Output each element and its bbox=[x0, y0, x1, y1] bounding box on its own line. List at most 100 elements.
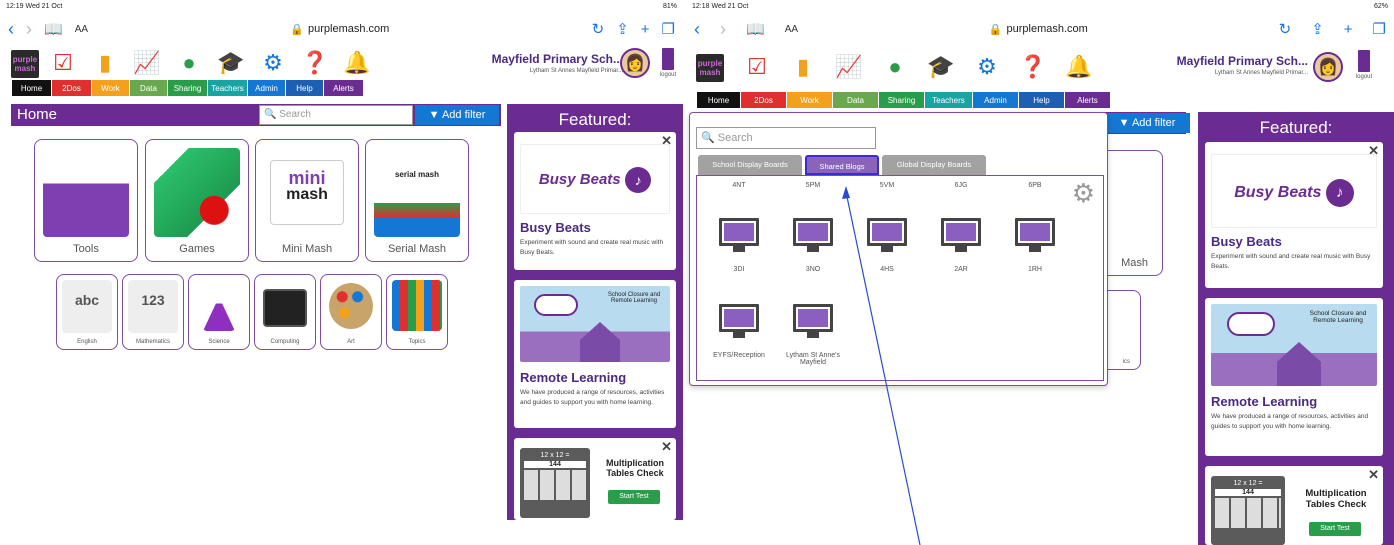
search-input[interactable]: 🔍 Search bbox=[259, 105, 413, 125]
remote-learning-image: School Closure and Remote Learning bbox=[520, 286, 670, 362]
add-filter-button[interactable]: ▼ Add filter bbox=[1104, 113, 1190, 133]
new-tab-icon[interactable]: + bbox=[1344, 21, 1353, 38]
tab-work[interactable]: Work bbox=[786, 92, 832, 108]
close-icon[interactable]: ✕ bbox=[1368, 467, 1379, 483]
featured-busy-beats[interactable]: ✕ Busy Beats ♪ Busy Beats Experiment wit… bbox=[514, 132, 676, 270]
reader-aa-button[interactable]: AA bbox=[785, 24, 798, 35]
folder-icon[interactable]: ▮ bbox=[784, 50, 822, 84]
tab-help[interactable]: Help bbox=[285, 80, 323, 96]
graduation-cap-icon[interactable]: 🎓 bbox=[212, 46, 250, 80]
address-bar[interactable]: 🔒 purplemash.com bbox=[818, 23, 1259, 36]
gear-icon[interactable]: ⚙ bbox=[968, 50, 1006, 84]
settings-gear-icon[interactable]: ⚙ bbox=[1072, 178, 1095, 209]
card-science[interactable]: Science bbox=[188, 274, 250, 350]
avatar[interactable]: 👩 bbox=[620, 48, 650, 78]
globe-icon[interactable]: ● bbox=[170, 46, 208, 80]
card-mathematics[interactable]: 123 Mathematics bbox=[122, 274, 184, 350]
graduation-cap-icon[interactable]: 🎓 bbox=[922, 50, 960, 84]
reload-icon[interactable]: ↻ bbox=[592, 20, 605, 38]
blog-monitor-icon[interactable] bbox=[719, 304, 759, 340]
bell-icon[interactable]: 🔔 bbox=[338, 46, 376, 80]
card-english[interactable]: abc English bbox=[56, 274, 118, 350]
blog-monitor-icon[interactable] bbox=[793, 218, 833, 254]
share-icon[interactable]: ⇪ bbox=[616, 20, 629, 38]
featured-remote-learning[interactable]: School Closure and Remote Learning Remot… bbox=[1205, 298, 1383, 456]
tab-work[interactable]: Work bbox=[91, 80, 129, 96]
blog-monitor-icon[interactable] bbox=[793, 304, 833, 340]
folder-icon[interactable]: ▮ bbox=[86, 46, 124, 80]
browser-toolbar: ‹ › 📖 AA 🔒 purplemash.com ↻ ⇪ + ❐ bbox=[0, 14, 683, 44]
school-name: Mayfield Primary Sch... bbox=[491, 52, 623, 66]
bookmarks-icon[interactable]: 📖 bbox=[746, 20, 765, 38]
sharing-search-input[interactable]: 🔍 Search bbox=[696, 127, 876, 149]
forward-icon[interactable]: › bbox=[720, 20, 726, 38]
school-info: Mayfield Primary Sch... Lytham St Annes … bbox=[492, 52, 623, 74]
tab-help[interactable]: Help bbox=[1018, 92, 1064, 108]
tab-alerts[interactable]: Alerts bbox=[1064, 92, 1110, 108]
purple-mash-logo[interactable]: purple mash bbox=[696, 54, 724, 82]
add-filter-button[interactable]: ▼ Add filter bbox=[415, 105, 499, 125]
gear-icon[interactable]: ⚙ bbox=[254, 46, 292, 80]
tabs-icon[interactable]: ❐ bbox=[1373, 20, 1386, 38]
help-icon[interactable]: ❓ bbox=[296, 46, 334, 80]
bookmarks-icon[interactable]: 📖 bbox=[44, 20, 63, 38]
start-test-button[interactable]: Start Test bbox=[1309, 522, 1361, 536]
logout-button[interactable]: logout bbox=[656, 48, 680, 78]
tabs-icon[interactable]: ❐ bbox=[662, 20, 675, 38]
card-computing[interactable]: Computing bbox=[254, 274, 316, 350]
purple-mash-logo[interactable]: purple mash bbox=[11, 50, 39, 78]
address-bar[interactable]: 🔒 purplemash.com bbox=[100, 23, 580, 36]
card-serial-mash[interactable]: serial mash Serial Mash bbox=[365, 139, 469, 262]
featured-multiplication-check[interactable]: ✕ 12 x 12 = 144 Multiplication Tables Ch… bbox=[514, 438, 676, 520]
keypad bbox=[524, 470, 586, 500]
tab-sharing[interactable]: Sharing bbox=[167, 80, 207, 96]
blog-label: 5PM bbox=[805, 182, 821, 189]
chart-icon[interactable]: 📈 bbox=[830, 50, 868, 84]
checklist-icon[interactable]: ☑ bbox=[738, 50, 776, 84]
tab-admin[interactable]: Admin bbox=[247, 80, 285, 96]
blog-monitor-icon[interactable] bbox=[1015, 218, 1055, 254]
chart-icon[interactable]: 📈 bbox=[128, 46, 166, 80]
blog-monitor-icon[interactable] bbox=[719, 218, 759, 254]
tab-teachers[interactable]: Teachers bbox=[207, 80, 247, 96]
tab-2dos[interactable]: 2Dos bbox=[740, 92, 786, 108]
tab-teachers[interactable]: Teachers bbox=[924, 92, 972, 108]
tab-admin[interactable]: Admin bbox=[972, 92, 1018, 108]
card-art[interactable]: Art bbox=[320, 274, 382, 350]
globe-icon[interactable]: ● bbox=[876, 50, 914, 84]
forward-icon[interactable]: › bbox=[26, 20, 32, 38]
close-icon[interactable]: ✕ bbox=[661, 439, 672, 455]
new-tab-icon[interactable]: + bbox=[641, 21, 650, 38]
tab-home[interactable]: Home bbox=[11, 80, 51, 96]
share-icon[interactable]: ⇪ bbox=[1311, 20, 1324, 38]
help-icon[interactable]: ❓ bbox=[1014, 50, 1052, 84]
reader-aa-button[interactable]: AA bbox=[75, 24, 88, 35]
back-icon[interactable]: ‹ bbox=[694, 20, 700, 38]
logout-button[interactable]: logout bbox=[1352, 50, 1376, 80]
featured-busy-beats[interactable]: ✕ Busy Beats ♪ Busy Beats Experiment wit… bbox=[1205, 142, 1383, 288]
tab-data[interactable]: Data bbox=[129, 80, 167, 96]
featured-remote-learning[interactable]: School Closure and Remote Learning Remot… bbox=[514, 280, 676, 428]
card-mini-mash[interactable]: mini mash Mini Mash bbox=[255, 139, 359, 262]
logout-label: logout bbox=[659, 72, 677, 78]
tab-data[interactable]: Data bbox=[832, 92, 878, 108]
tab-home[interactable]: Home bbox=[696, 92, 740, 108]
tab-shared-blogs[interactable]: Shared Blogs bbox=[805, 155, 879, 175]
tab-alerts[interactable]: Alerts bbox=[323, 80, 363, 96]
card-topics[interactable]: Topics bbox=[386, 274, 448, 350]
tab-school-display-boards[interactable]: School Display Boards bbox=[698, 155, 802, 175]
card-games[interactable]: Games bbox=[145, 139, 249, 262]
blog-monitor-icon[interactable] bbox=[941, 218, 981, 254]
start-test-button[interactable]: Start Test bbox=[608, 490, 660, 504]
checklist-icon[interactable]: ☑ bbox=[44, 46, 82, 80]
tab-global-display-boards[interactable]: Global Display Boards bbox=[882, 155, 986, 175]
tab-2dos[interactable]: 2Dos bbox=[51, 80, 91, 96]
card-tools[interactable]: Tools bbox=[34, 139, 138, 262]
featured-multiplication-check[interactable]: ✕ 12 x 12 = 144 Multiplication Tables Ch… bbox=[1205, 466, 1383, 545]
bell-icon[interactable]: 🔔 bbox=[1060, 50, 1098, 84]
blog-monitor-icon[interactable] bbox=[867, 218, 907, 254]
back-icon[interactable]: ‹ bbox=[8, 20, 14, 38]
reload-icon[interactable]: ↻ bbox=[1279, 20, 1292, 38]
tab-sharing[interactable]: Sharing bbox=[878, 92, 924, 108]
avatar[interactable]: 👩 bbox=[1313, 52, 1343, 82]
